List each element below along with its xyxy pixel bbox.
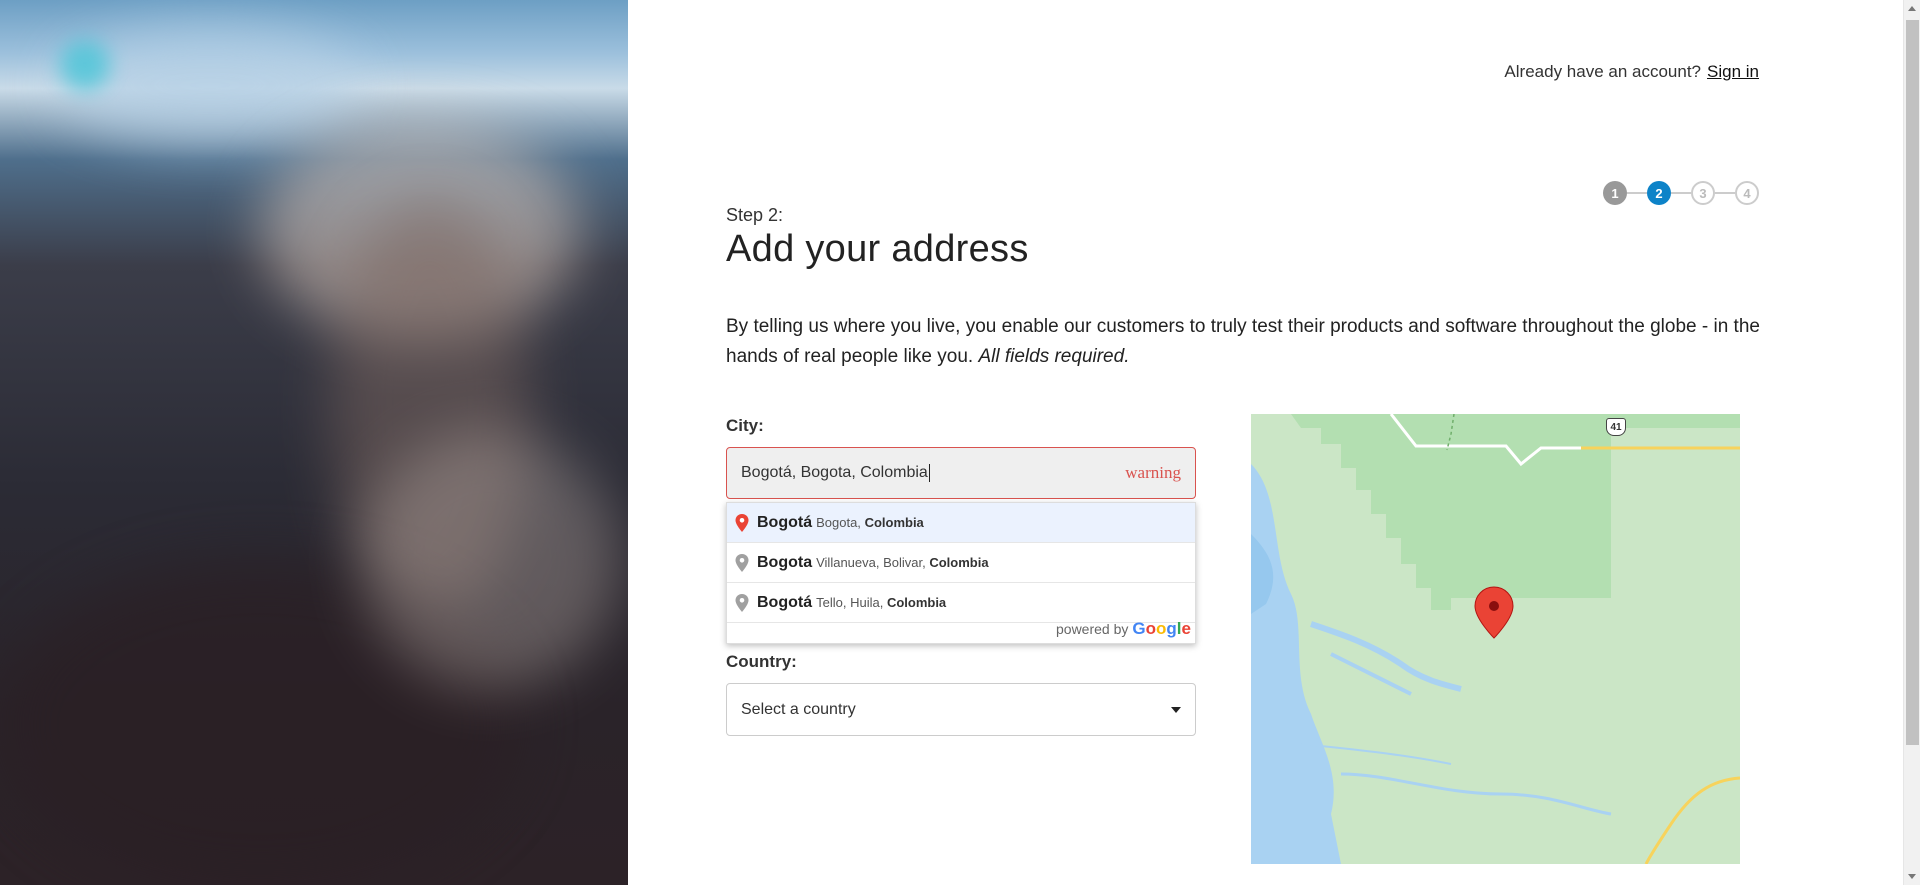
route-shield-number: 41 <box>1610 421 1622 433</box>
autocomplete-item[interactable]: Bogota Villanueva, Bolivar, Colombia <box>727 543 1195 583</box>
intro-body: By telling us where you live, you enable… <box>726 316 1760 367</box>
google-logo: Google <box>1132 619 1191 638</box>
caret-down-icon <box>1171 706 1181 713</box>
step-4-dot: 4 <box>1735 181 1759 205</box>
autocomplete-item[interactable]: Bogotá Tello, Huila, Colombia <box>727 583 1195 623</box>
powered-by-google: powered by Google <box>1056 619 1191 639</box>
scroll-up-icon[interactable] <box>1908 6 1916 11</box>
account-prompt: Already have an account? <box>1504 62 1702 81</box>
location-pin-icon <box>735 553 749 572</box>
page-title: Add your address <box>726 228 1029 270</box>
city-input[interactable]: Bogotá, Bogota, Colombia warning <box>726 447 1196 499</box>
country-select[interactable]: Select a country <box>726 683 1196 736</box>
location-pin-icon <box>735 513 749 532</box>
page-scrollbar[interactable] <box>1903 0 1920 885</box>
autocomplete-main: Bogotá <box>757 513 813 531</box>
hero-blur-light <box>360 430 620 690</box>
location-pin-icon <box>735 593 749 612</box>
intro-emphasis: All fields required. <box>978 346 1130 367</box>
intro-text: By telling us where you live, you enable… <box>726 312 1766 372</box>
autocomplete-country: Colombia <box>886 595 947 610</box>
hero-blur-sky <box>60 30 360 140</box>
autocomplete-main: Bogota <box>757 553 813 571</box>
location-map[interactable]: 41 <box>1251 414 1740 864</box>
autocomplete-secondary: Tello, Huila, <box>816 595 884 610</box>
hero-image <box>0 0 628 885</box>
scroll-down-icon[interactable] <box>1908 874 1916 879</box>
city-warning: warning <box>1125 463 1181 482</box>
progress-stepper: 1 2 3 4 <box>1603 181 1759 205</box>
city-input-value: Bogotá, Bogota, Colombia <box>741 463 1125 482</box>
country-select-value: Select a country <box>741 700 856 718</box>
city-value-text: Bogotá, Bogota, Colombia <box>741 464 928 482</box>
route-shield: 41 <box>1606 418 1626 436</box>
autocomplete-country: Colombia <box>864 515 924 530</box>
step-2-dot: 2 <box>1647 181 1671 205</box>
autocomplete-secondary: Villanueva, Bolivar, <box>816 555 926 570</box>
autocomplete-dropdown: Bogotá Bogota, Colombia Bogota Villanuev… <box>726 502 1196 644</box>
step-connector <box>1627 192 1647 194</box>
step-3-dot: 3 <box>1691 181 1715 205</box>
step-connector <box>1715 192 1735 194</box>
step-label: Step 2: <box>726 205 784 225</box>
step-connector <box>1671 192 1691 194</box>
step-1-dot: 1 <box>1603 181 1627 205</box>
signin-row: Already have an account? Sign in <box>1504 62 1759 82</box>
hero-logo-blur <box>60 40 110 90</box>
city-label: City: <box>726 416 764 435</box>
map-canvas <box>1251 414 1740 864</box>
scroll-thumb[interactable] <box>1906 20 1919 745</box>
country-label: Country: <box>726 652 797 671</box>
autocomplete-secondary: Bogota, <box>816 515 861 530</box>
text-cursor <box>928 463 930 482</box>
autocomplete-item[interactable]: Bogotá Bogota, Colombia <box>727 503 1195 543</box>
powered-by-text: powered by <box>1056 621 1129 637</box>
signin-link[interactable]: Sign in <box>1707 62 1759 81</box>
autocomplete-main: Bogotá <box>757 593 813 611</box>
autocomplete-country: Colombia <box>929 555 989 570</box>
